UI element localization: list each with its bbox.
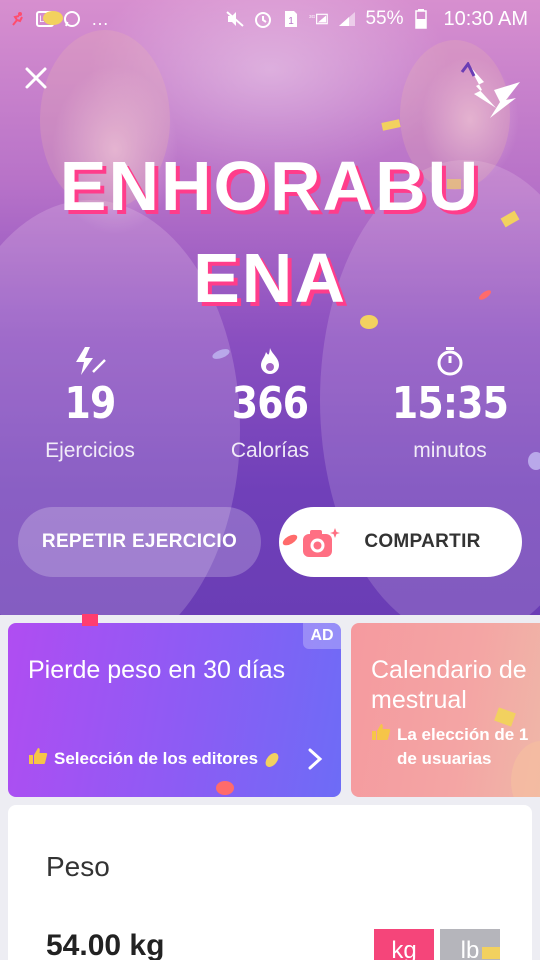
camera-icon xyxy=(302,527,341,557)
clock: 10:30 AM xyxy=(443,7,528,30)
confetti-piece xyxy=(482,947,500,959)
confetti-piece xyxy=(381,119,401,131)
promo-card-subtitle-text: Selección de los editores xyxy=(54,749,259,768)
svg-text:1: 1 xyxy=(289,16,295,27)
thumbs-up-icon xyxy=(28,747,48,772)
stopwatch-icon xyxy=(437,347,463,376)
confetti-piece xyxy=(494,707,516,727)
exercises-label: Ejercicios xyxy=(45,439,135,462)
congrats-title: ENHORABU ENA xyxy=(0,140,540,324)
minutes-value: 15:35 xyxy=(391,378,509,429)
hero-banner: LN … 1 3G 55% xyxy=(0,0,540,615)
more-notifications-icon: … xyxy=(91,8,109,29)
calories-label: Calorías xyxy=(230,439,310,462)
confetti-piece xyxy=(282,534,298,546)
app-logo-lightning-icon xyxy=(460,62,520,118)
battery-percent: 55% xyxy=(365,8,404,29)
exercises-value: 19 xyxy=(64,378,117,429)
close-button[interactable] xyxy=(18,60,54,96)
close-icon xyxy=(25,67,47,89)
confetti-piece xyxy=(360,315,378,329)
svg-text:3G: 3G xyxy=(309,14,316,19)
promo-card-title: Pierde peso en 30 días xyxy=(28,656,286,684)
promo-card-lose-weight[interactable]: AD Pierde peso en 30 días Selección de l… xyxy=(8,623,341,797)
alarm-icon xyxy=(253,10,273,28)
confetti-piece xyxy=(82,614,98,626)
signal-icon xyxy=(337,10,357,28)
notification-running-icon xyxy=(8,10,28,28)
confetti-piece xyxy=(528,452,540,470)
thumbs-up-icon xyxy=(371,723,391,771)
sim-icon: 1 xyxy=(281,10,301,28)
promo-card-subtitle: Selección de los editores xyxy=(28,747,258,772)
promo-card-subtitle-text: La elección de 1 de usuarias xyxy=(397,725,529,768)
stat-exercises: 19 Ejercicios xyxy=(0,345,180,463)
weight-value[interactable]: 54.00 kg xyxy=(46,929,164,960)
minutes-label: minutos xyxy=(413,439,487,462)
confetti-piece xyxy=(212,349,230,359)
confetti-piece xyxy=(265,753,279,767)
lightning-icon xyxy=(76,347,106,375)
share-button-label: COMPARTIR xyxy=(364,531,481,552)
weight-title: Peso xyxy=(46,851,110,882)
chevron-right-icon xyxy=(308,748,323,770)
stat-minutes: 15:35 minutos xyxy=(360,345,540,463)
confetti-piece xyxy=(500,210,520,228)
confetti-piece xyxy=(43,11,63,25)
status-bar: LN … 1 3G 55% xyxy=(0,0,540,38)
mute-icon xyxy=(225,10,245,28)
confetti-piece xyxy=(447,179,461,189)
promo-card-subtitle: La elección de 1 de usuarias xyxy=(371,723,528,771)
confetti-piece xyxy=(479,290,491,300)
workout-stats: 19 Ejercicios 366 Calorías 15:35 minutos xyxy=(0,345,540,463)
unit-kg-button[interactable]: kg xyxy=(374,929,434,960)
stat-calories: 366 Calorías xyxy=(180,345,360,463)
network-3g-icon: 3G xyxy=(309,10,329,28)
ad-badge: AD xyxy=(303,623,341,649)
calories-value: 366 xyxy=(231,378,309,429)
congrats-title-line2: ENA xyxy=(193,239,347,317)
confetti-piece xyxy=(216,781,234,795)
repeat-exercise-button[interactable]: REPETIR EJERCICIO xyxy=(18,507,261,577)
flame-icon xyxy=(261,348,279,374)
weight-card: Peso 54.00 kg kg lb xyxy=(8,805,532,960)
battery-icon xyxy=(411,9,431,29)
share-button[interactable]: COMPARTIR xyxy=(279,507,522,577)
